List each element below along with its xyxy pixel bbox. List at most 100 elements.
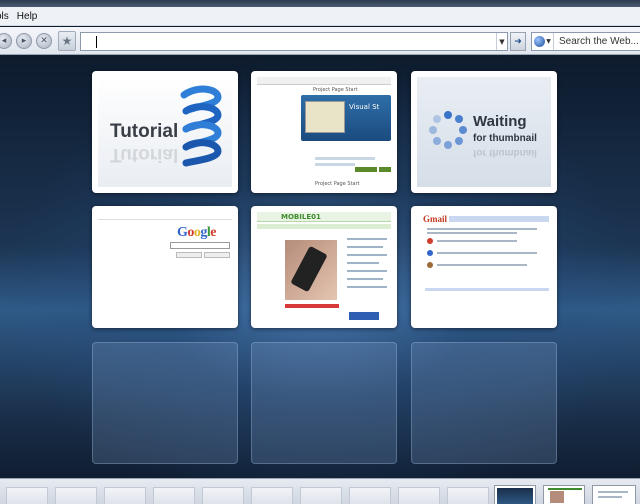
thumb-button (204, 252, 230, 258)
forward-button[interactable]: ▸ (16, 33, 32, 49)
page-header (98, 212, 232, 220)
speed-dial-tile-4[interactable]: Google (92, 206, 238, 328)
chevron-down-icon: ▼ (546, 38, 551, 45)
footer-band (425, 288, 549, 291)
page-breadcrumb: Project Page Start (313, 87, 358, 93)
speed-dial-tile-2[interactable]: Project Page Start Visual St Project Pag… (251, 71, 397, 193)
tab-slot[interactable] (300, 487, 342, 504)
tab-slot[interactable] (349, 487, 391, 504)
tab-slot[interactable] (447, 487, 489, 504)
bookmark-button[interactable]: ★ (58, 31, 76, 51)
tab-preview (595, 488, 633, 504)
chevron-down-icon: ▼ (499, 37, 505, 46)
speed-dial-area: Tutorial Tutorial Project Page Start Vis… (0, 56, 640, 478)
welcome-banner (449, 216, 549, 222)
go-button[interactable]: ➜ (510, 32, 526, 51)
waiting-placeholder: Waiting for thumbnail for thumbnail (417, 77, 551, 187)
hero-text: Visual St (349, 103, 380, 111)
tab-thumbnail[interactable] (494, 485, 536, 504)
tile-thumbnail: MOBILE01 (257, 212, 391, 322)
gmail-logo: Gmail (423, 214, 447, 224)
text-line (347, 278, 383, 280)
tab-slot[interactable] (202, 487, 244, 504)
stop-button[interactable]: ✕ (36, 33, 52, 49)
preview-image (550, 491, 564, 503)
headline-bar (285, 304, 339, 308)
speed-dial-tile-1[interactable]: Tutorial Tutorial (92, 71, 238, 193)
site-nav (257, 224, 391, 229)
text-line (347, 254, 387, 256)
tab-strip (0, 478, 640, 504)
speed-dial-tile-5[interactable]: MOBILE01 (251, 206, 397, 328)
ad-banner (349, 312, 379, 320)
speed-dial-tile-3[interactable]: Waiting for thumbnail for thumbnail (411, 71, 557, 193)
text-line (427, 232, 517, 234)
search-field-thumb (170, 242, 230, 249)
text-line (437, 264, 527, 266)
green-button (355, 167, 377, 172)
tab-slot[interactable] (6, 487, 48, 504)
tab-slot[interactable] (398, 487, 440, 504)
navigation-toolbar: ◂ ▸ ✕ ★ ▼ ➜ ▼ Search the Web... (0, 27, 640, 55)
tile-thumbnail: Tutorial Tutorial (98, 77, 232, 187)
page-footer: Project Page Start (315, 181, 360, 187)
forward-arrow-icon: ▸ (21, 36, 27, 46)
tile-thumbnail: Google (98, 212, 232, 322)
waiting-subtext-reflection: for thumbnail (473, 147, 537, 158)
text-line (347, 270, 387, 272)
back-arrow-icon: ◂ (1, 36, 7, 46)
text-line (437, 252, 537, 254)
menu-bar: ols Help (0, 7, 640, 26)
tab-preview (546, 488, 582, 504)
waiting-text: Waiting (473, 113, 527, 130)
preview-line (598, 496, 622, 498)
feature-icon (427, 238, 433, 244)
feature-icon (427, 262, 433, 268)
preview-line (598, 491, 628, 493)
page-header (257, 77, 391, 85)
tab-thumbnail[interactable] (543, 485, 585, 504)
waiting-subtext: for thumbnail (473, 133, 537, 144)
search-input[interactable]: Search the Web... (554, 36, 639, 47)
speed-dial-empty-slot[interactable] (92, 342, 238, 464)
search-engine-selector[interactable]: ▼ (532, 33, 554, 50)
feature-icon (427, 250, 433, 256)
speed-dial-tile-6[interactable]: Gmail (411, 206, 557, 328)
speed-dial-empty-slot[interactable] (251, 342, 397, 464)
url-history-dropdown[interactable]: ▼ (496, 33, 507, 50)
menu-tools[interactable]: ols (0, 11, 17, 22)
tile-caption-reflection: Tutorial (110, 144, 179, 165)
thumb-button (176, 252, 202, 258)
tab-thumbnail[interactable] (592, 485, 636, 504)
page-header (257, 212, 391, 222)
tile-thumbnail: Project Page Start Visual St Project Pag… (257, 77, 391, 187)
text-line (347, 262, 379, 264)
back-button[interactable]: ◂ (0, 33, 12, 49)
text-line (347, 246, 383, 248)
speed-dial-empty-slot[interactable] (411, 342, 557, 464)
menu-help[interactable]: Help (17, 11, 46, 22)
window-titlebar (0, 0, 640, 7)
text-line (437, 240, 517, 242)
tab-slot[interactable] (104, 487, 146, 504)
text-line (315, 163, 355, 166)
tile-caption: Tutorial (110, 121, 179, 142)
screenshot-image (305, 101, 345, 133)
loading-spinner-icon (429, 111, 467, 149)
text-line (427, 228, 537, 230)
tab-slot[interactable] (153, 487, 195, 504)
site-logo: MOBILE01 (281, 213, 321, 221)
tab-slot[interactable] (251, 487, 293, 504)
text-line (347, 238, 387, 240)
tab-slot[interactable] (55, 487, 97, 504)
search-box[interactable]: ▼ Search the Web... (531, 32, 640, 51)
google-logo: Google (177, 225, 216, 240)
globe-icon (534, 36, 546, 47)
text-line (347, 286, 387, 288)
preview-header (548, 488, 582, 490)
green-button (379, 167, 391, 172)
address-bar[interactable]: ▼ (80, 32, 508, 51)
spiral-logo-icon (180, 85, 222, 167)
text-caret (96, 36, 97, 48)
star-icon: ★ (61, 34, 73, 48)
